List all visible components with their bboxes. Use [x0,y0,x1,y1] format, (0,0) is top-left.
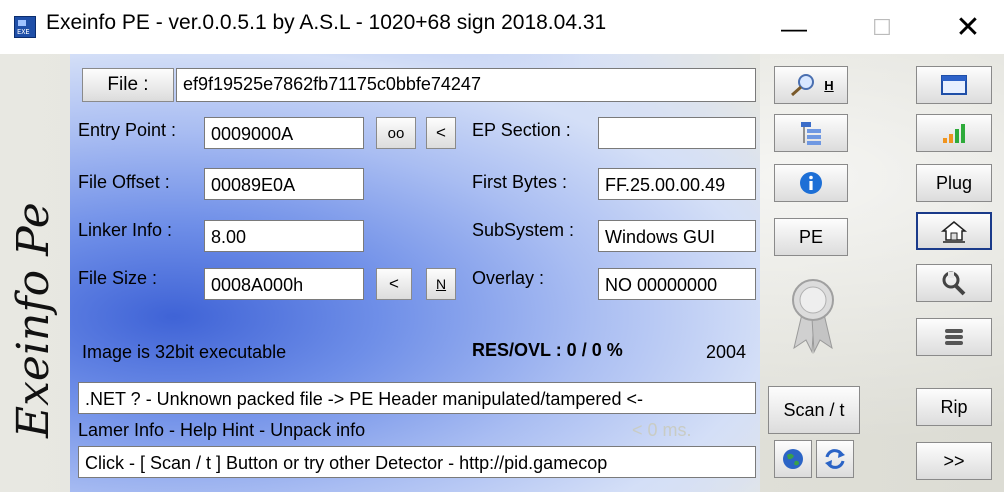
file-name-field[interactable]: ef9f19525e7862fb71175c0bbfe74247 [176,68,756,102]
sections-button[interactable] [774,114,848,152]
file-size-field[interactable]: 0008A000h [204,268,364,300]
linker-info-field[interactable]: 8.00 [204,220,364,252]
pe-button[interactable]: PE [774,218,848,256]
window-icon [941,75,967,95]
subsystem-label: SubSystem : [472,220,575,240]
more-button[interactable]: >> [916,442,992,480]
plug-button-label: Plug [935,172,973,193]
refresh-button[interactable] [816,440,854,478]
entry-point-back-button[interactable]: < [426,117,456,149]
window-title: Exeinfo PE - ver.0.0.5.1 by A.S.L - 1020… [46,11,607,34]
hint-field[interactable]: Click - [ Scan / t ] Button or try other… [78,446,756,478]
overlay-label: Overlay : [472,268,545,288]
plug-button[interactable]: Plug [916,164,992,202]
magnifier-icon [791,74,815,97]
side-logo: Exeinfo Pe [8,202,59,438]
res-ovl-value: 2004 [706,342,747,362]
minimize-button[interactable]: — [772,8,816,48]
app-icon: EXE [14,16,36,38]
search-hotkey-label: H [824,77,834,93]
ep-section-label: EP Section : [472,120,571,140]
linker-info-label: Linker Info : [78,220,173,240]
web-button[interactable] [774,440,812,478]
info-button[interactable] [774,164,848,202]
tree-list-icon [801,122,821,145]
oo-button[interactable]: oo [376,117,416,149]
menu-icon [945,329,963,345]
bar-chart-icon [943,124,965,143]
info-icon [800,172,822,194]
refresh-icon [825,449,845,469]
file-offset-label: File Offset : [78,172,170,192]
home-button[interactable] [916,212,992,250]
image-info-text: Image is 32bit executable [82,342,287,362]
file-button-label: File : [107,74,149,95]
n-button[interactable]: N [426,268,456,300]
subsystem-field[interactable]: Windows GUI [598,220,756,252]
entry-point-field[interactable]: 0009000A [204,117,364,149]
globe-icon [783,449,803,469]
open-window-button[interactable] [916,66,992,104]
file-size-label: File Size : [78,268,158,288]
lamer-info-label[interactable]: Lamer Info - Help Hint - Unpack info [78,420,365,441]
app-icon-text: EXE [17,28,30,36]
detection-result-field[interactable]: .NET ? - Unknown packed file -> PE Heade… [78,382,756,414]
file-size-back-button[interactable]: < [376,268,412,300]
scan-button[interactable]: Scan / t [768,386,860,434]
rip-button[interactable]: Rip [916,388,992,426]
ep-section-field[interactable] [598,117,756,149]
overlay-field[interactable]: NO 00000000 [598,268,756,300]
scan-time-label: < 0 ms. [632,420,692,440]
search-button[interactable]: H [774,66,848,104]
stats-button[interactable] [916,114,992,152]
menu-button[interactable] [916,318,992,356]
medal-icon [788,276,838,354]
file-offset-field[interactable]: 00089E0A [204,168,364,200]
res-ovl-label: RES/OVL : 0 / 0 % [472,340,623,360]
entry-point-label: Entry Point : [78,120,177,140]
maximize-button[interactable]: ☐ [860,8,904,48]
first-bytes-label: First Bytes : [472,172,568,192]
close-button[interactable]: ✕ [946,8,990,48]
first-bytes-field[interactable]: FF.25.00.00.49 [598,168,756,200]
tools-button[interactable] [916,264,992,302]
file-button[interactable]: File : [82,68,174,102]
wrench-icon [942,271,966,296]
home-icon [940,221,968,243]
